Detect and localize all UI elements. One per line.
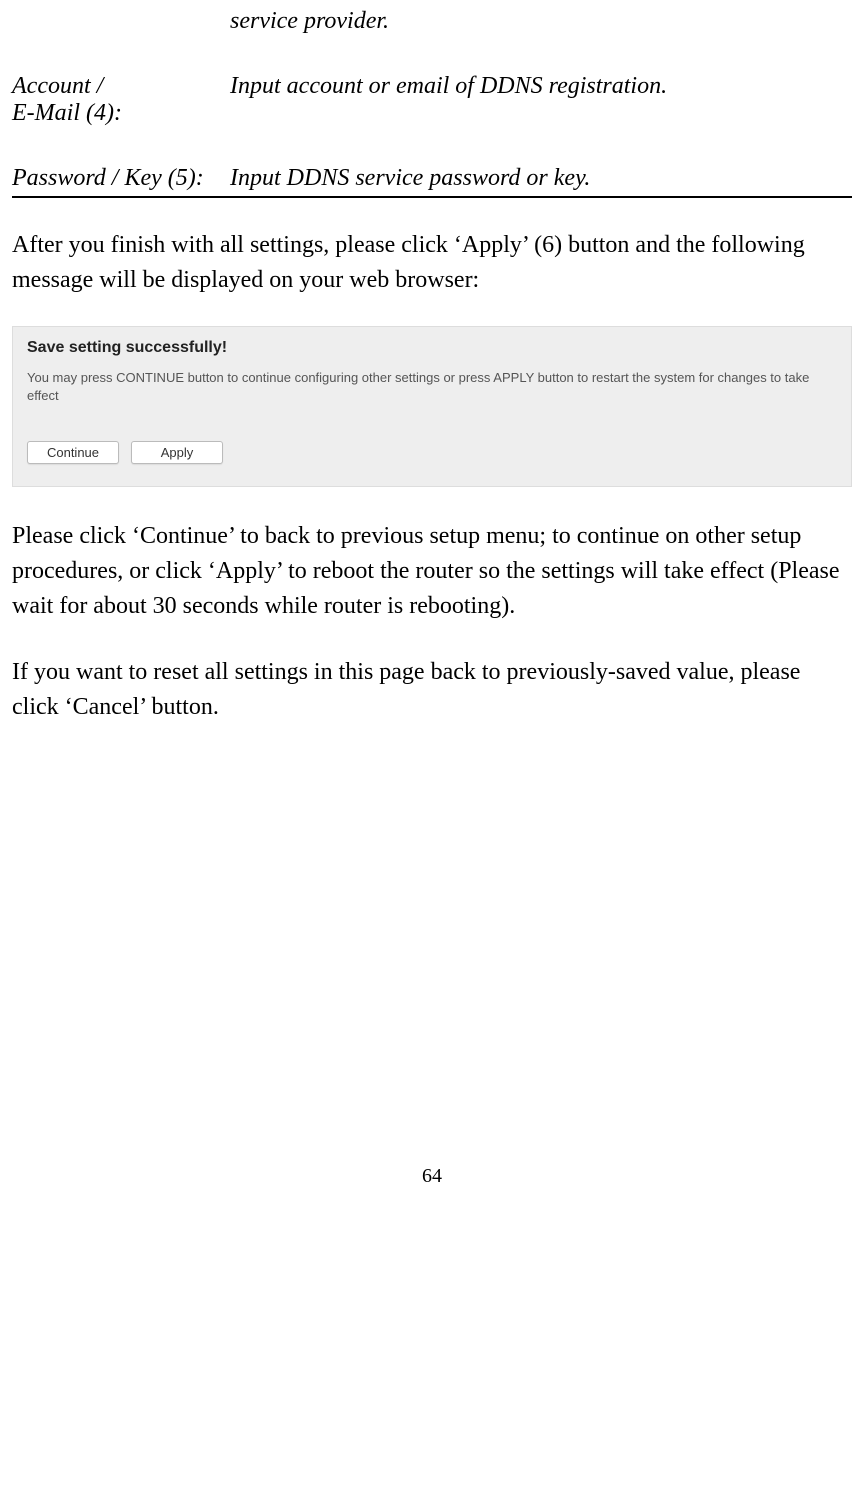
row0-value: service provider.	[230, 8, 852, 35]
paragraph-continue-apply: Please click ‘Continue’ to back to previ…	[12, 519, 852, 623]
row1-label-line1: Account /	[12, 73, 230, 100]
save-success-subtitle: You may press CONTINUE button to continu…	[27, 369, 837, 405]
paragraph-cancel: If you want to reset all settings in thi…	[12, 655, 852, 725]
row1-value: Input account or email of DDNS registrat…	[230, 73, 852, 127]
save-success-title: Save setting successfully!	[27, 339, 837, 357]
row2-label: Password / Key (5):	[12, 165, 230, 192]
save-success-screenshot: Save setting successfully! You may press…	[12, 326, 852, 487]
divider	[12, 196, 852, 198]
apply-button[interactable]: Apply	[131, 441, 223, 464]
page-number: 64	[12, 1165, 852, 1188]
definitions-row-service-provider: service provider.	[12, 8, 852, 35]
definitions-row-account-email: Account / E-Mail (4): Input account or e…	[12, 73, 852, 127]
continue-button[interactable]: Continue	[27, 441, 119, 464]
row2-value: Input DDNS service password or key.	[230, 165, 852, 192]
row1-label-line2: E-Mail (4):	[12, 100, 230, 127]
paragraph-after-settings: After you finish with all settings, plea…	[12, 228, 852, 298]
row0-label	[12, 8, 230, 35]
definitions-row-password-key: Password / Key (5): Input DDNS service p…	[12, 165, 852, 192]
